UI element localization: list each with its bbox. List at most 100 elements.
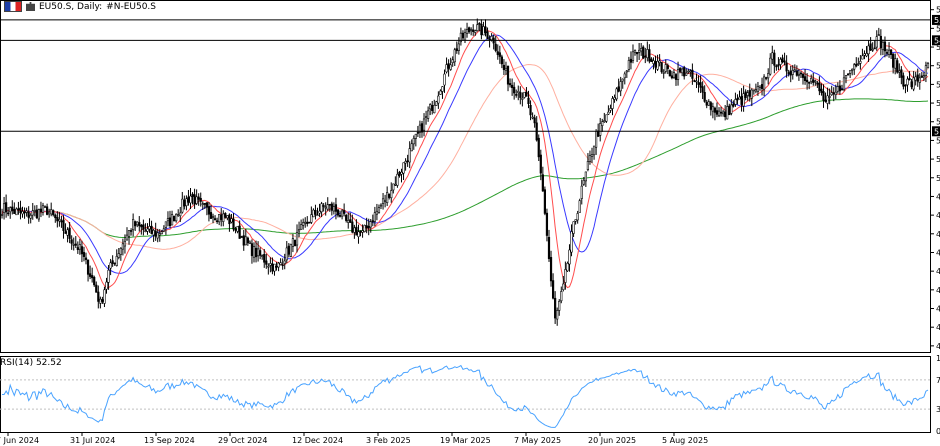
candle-body [746, 92, 749, 96]
candle-body [367, 225, 370, 229]
candle-body [222, 213, 225, 222]
candle-body [27, 211, 30, 218]
candle-body [635, 51, 639, 55]
candle-body [246, 237, 249, 244]
candle-body [529, 104, 532, 116]
candle-body [275, 266, 278, 268]
candle-body [545, 212, 549, 236]
candle-body [513, 86, 516, 94]
candle-body [846, 73, 850, 76]
candle-body [113, 262, 116, 265]
candle-body [920, 75, 923, 78]
candle-body [271, 263, 274, 272]
candle-body [732, 103, 735, 107]
candle-body [533, 117, 536, 124]
candle-body [904, 84, 907, 87]
candle-body [457, 43, 460, 51]
candle-body [701, 86, 704, 93]
candle-body [416, 132, 419, 134]
candle-body [715, 110, 719, 115]
candle-body [775, 65, 778, 68]
candle-body [584, 171, 587, 182]
candle-body [490, 35, 493, 41]
candle-body [242, 235, 245, 246]
candle-body [314, 210, 317, 215]
candle-body [91, 275, 94, 279]
candle-body [910, 81, 913, 88]
candle-body [211, 216, 215, 219]
price-tick-label: 5104.2 [936, 155, 940, 164]
candle-body [89, 273, 92, 277]
candle-body [814, 80, 817, 83]
candle-body [699, 82, 702, 88]
candle-body [756, 86, 760, 92]
price-tick-label: 4753.2 [936, 267, 940, 276]
candle-body [103, 289, 106, 304]
candle-body [883, 41, 887, 52]
candle-body [894, 58, 897, 69]
candle-body [676, 69, 680, 80]
candle-body [551, 280, 555, 299]
candle-body [496, 51, 499, 55]
candle-body [711, 106, 714, 112]
candle-body [43, 206, 47, 208]
candle-body [824, 99, 827, 102]
candle-body [97, 291, 100, 302]
candle-body [900, 69, 903, 78]
rsi-line [2, 364, 929, 428]
candle-body [541, 174, 544, 192]
candle-body [150, 225, 153, 234]
candle-body [435, 101, 438, 106]
candle-body [162, 228, 165, 232]
candle-body [66, 229, 69, 236]
candle-body [52, 210, 55, 216]
price-chart[interactable]: 5572.25513.75455.25396.75338.25279.75221… [0, 0, 940, 446]
candle-body [285, 247, 288, 261]
candle-body [822, 91, 825, 101]
candle-body [476, 24, 479, 31]
candle-body [562, 283, 565, 290]
candle-body [736, 98, 739, 101]
candle-body [449, 64, 452, 70]
candle-body [795, 70, 798, 76]
candle-body [402, 162, 405, 174]
candle-body [613, 97, 616, 100]
candle-body [111, 260, 114, 264]
candle-body [193, 194, 196, 205]
candle-body [195, 196, 198, 204]
candle-body [595, 130, 598, 148]
candle-body [76, 247, 79, 250]
candle-body [58, 218, 61, 222]
level-label: 5191.3 [934, 127, 940, 136]
candle-body [392, 183, 395, 191]
candle-body [300, 224, 303, 230]
candle-body [236, 226, 239, 232]
candle-body [142, 224, 145, 230]
candle-body [787, 72, 790, 74]
price-tick-label: 5162.7 [936, 136, 940, 145]
candle-body [586, 161, 590, 170]
candle-body [136, 221, 139, 226]
candle-body [670, 75, 674, 79]
candle-body [316, 214, 319, 217]
candle-body [810, 77, 813, 82]
candle-body [838, 85, 841, 92]
candle-body [619, 81, 622, 92]
candle-body [863, 53, 866, 56]
candle-body [754, 89, 757, 92]
candle-body [691, 69, 694, 79]
candle-body [668, 70, 671, 77]
candle-body [394, 183, 397, 186]
candle-body [564, 269, 567, 283]
candle-body [816, 82, 819, 85]
candle-body [722, 111, 725, 115]
candle-body [867, 45, 870, 55]
x-tick-label: 7 May 2025 [514, 436, 561, 445]
candle-body [648, 49, 651, 62]
candle-body [99, 298, 102, 304]
candle-body [918, 77, 921, 83]
candle-body [355, 226, 358, 236]
candle-body [683, 67, 686, 77]
candle-body [144, 230, 147, 232]
candle-body [384, 200, 387, 202]
